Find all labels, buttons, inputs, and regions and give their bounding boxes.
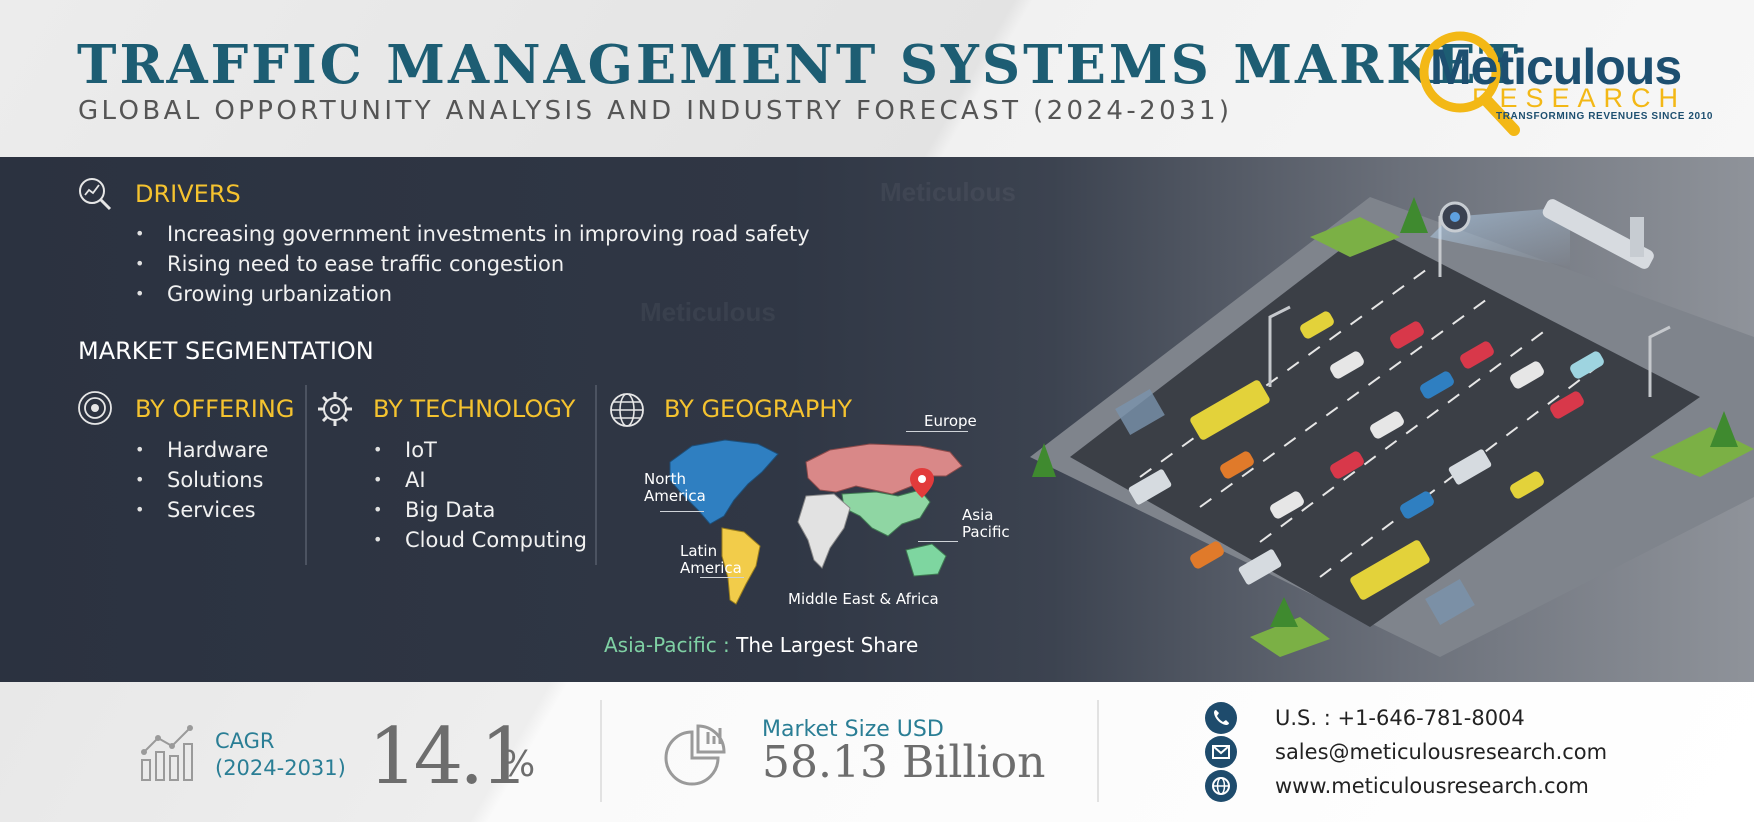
leader-line [918, 541, 958, 542]
traffic-road-illustration [1030, 197, 1754, 657]
geo-label-north-america: North America [644, 470, 706, 505]
map-middle-east-africa [797, 493, 851, 569]
leader-line [906, 431, 968, 432]
technology-list: IoT AI Big Data Cloud Computing [373, 435, 587, 555]
footer-stats: CAGR (2024-2031) 14.1 % Market Size USD … [0, 682, 1754, 822]
list-item: Rising need to ease traffic congestion [135, 249, 810, 279]
offering-list: Hardware Solutions Services [135, 435, 268, 525]
page-title: TRAFFIC MANAGEMENT SYSTEMS MARKET [77, 34, 1522, 96]
contact-email-text[interactable]: sales@meticulousresearch.com [1275, 740, 1607, 764]
contact-phone-text[interactable]: U.S. : +1-646-781-8004 [1275, 706, 1525, 730]
list-item: Cloud Computing [373, 525, 587, 555]
logo-wordmark-sub: RESEARCH [1472, 83, 1687, 113]
meticulous-research-logo[interactable]: Meticulous RESEARCH TRANSFORMING REVENUE… [1412, 22, 1712, 138]
phone-icon [1205, 702, 1237, 734]
largest-share-text: The Largest Share [729, 633, 919, 657]
logo-tagline: TRANSFORMING REVENUES SINCE 2010 [1496, 111, 1714, 122]
list-item: Solutions [135, 465, 268, 495]
largest-share-region: Asia-Pacific : [604, 633, 730, 657]
segmentation-title: MARKET SEGMENTATION [78, 337, 374, 365]
largest-share-note: Asia-Pacific : The Largest Share [604, 633, 918, 657]
header-banner: TRAFFIC MANAGEMENT SYSTEMS MARKET GLOBAL… [0, 0, 1754, 157]
by-offering-heading: BY OFFERING [135, 395, 295, 423]
list-item: Growing urbanization [135, 279, 810, 309]
map-asia-pacific [841, 489, 931, 537]
mail-icon [1205, 736, 1237, 768]
pie-chart-icon [664, 724, 726, 786]
gear-circuit-icon [318, 392, 352, 426]
list-item: IoT [373, 435, 587, 465]
magnifier-chart-icon [79, 178, 112, 211]
target-icon [78, 391, 112, 425]
map-oceania [905, 543, 947, 577]
list-item: Increasing government investments in imp… [135, 219, 810, 249]
footer-divider [1097, 700, 1099, 802]
list-item: Hardware [135, 435, 268, 465]
globe-icon [610, 393, 644, 427]
geo-label-middle-east-africa: Middle East & Africa [788, 590, 939, 608]
bar-chart-growth-icon [141, 725, 193, 781]
page-subtitle: GLOBAL OPPORTUNITY ANALYSIS AND INDUSTRY… [78, 96, 1233, 126]
footer-divider [600, 700, 602, 802]
geo-label-asia-pacific: Asia Pacific [962, 506, 1010, 541]
cagr-label: CAGR (2024-2031) [215, 728, 346, 782]
by-geography-heading: BY GEOGRAPHY [664, 395, 852, 423]
leader-line [660, 511, 704, 512]
contact-website-text[interactable]: www.meticulousresearch.com [1275, 774, 1589, 798]
column-divider [595, 385, 597, 565]
map-europe-asia [805, 443, 963, 495]
content-panel: DRIVERS Increasing government investment… [0, 157, 1754, 682]
leader-line [700, 577, 744, 578]
list-item: Big Data [373, 495, 587, 525]
market-size-value: 58.13 Billion [762, 737, 1046, 788]
cagr-label-text: CAGR [215, 729, 275, 753]
globe-icon [1205, 770, 1237, 802]
list-item: Services [135, 495, 268, 525]
cagr-unit: % [501, 744, 536, 785]
drivers-list: Increasing government investments in imp… [135, 219, 810, 309]
cagr-period: (2024-2031) [215, 756, 346, 780]
drivers-heading: DRIVERS [135, 180, 241, 208]
by-technology-heading: BY TECHNOLOGY [373, 395, 576, 423]
geo-label-latin-america: Latin America [680, 542, 742, 577]
geo-label-europe: Europe [924, 412, 977, 430]
column-divider [305, 385, 307, 565]
watermark: Meticulous [880, 177, 1016, 207]
list-item: AI [373, 465, 587, 495]
